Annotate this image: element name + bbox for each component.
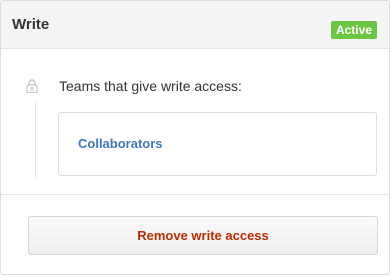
- lock-icon: [26, 79, 38, 94]
- panel-footer: Remove write access: [1, 195, 389, 274]
- remove-write-access-button[interactable]: Remove write access: [28, 216, 378, 255]
- teams-section: Teams that give write access: Collaborat…: [1, 49, 389, 195]
- teams-label: Teams that give write access:: [59, 78, 242, 94]
- team-link-collaborators[interactable]: Collaborators: [78, 136, 163, 151]
- team-item: Collaborators: [58, 112, 377, 176]
- status-badge: Active: [330, 21, 377, 39]
- write-access-panel: Write Active Teams that give write acces…: [0, 0, 390, 275]
- timeline-line: [35, 101, 36, 179]
- panel-title: Write: [12, 16, 50, 33]
- panel-header: Write Active: [1, 1, 389, 49]
